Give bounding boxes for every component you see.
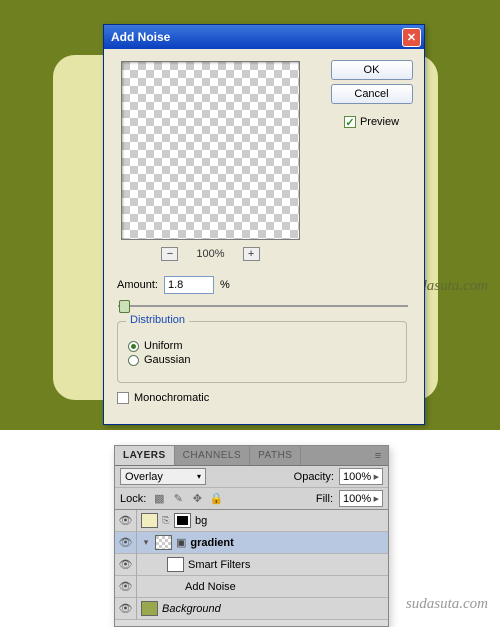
blend-opacity-row: Overlay ▾ Opacity: 100% ▶ bbox=[115, 466, 388, 488]
slider-track bbox=[118, 305, 408, 307]
lock-all-icon[interactable]: 🔒 bbox=[209, 492, 223, 506]
lock-icons: ▩ ✎ ✥ 🔒 bbox=[152, 492, 223, 506]
tab-channels[interactable]: CHANNELS bbox=[175, 446, 250, 465]
amount-input[interactable] bbox=[164, 276, 214, 294]
eye-icon: 👁 bbox=[119, 558, 133, 571]
radio-gaussian-label: Gaussian bbox=[144, 354, 190, 366]
panel-menu-button[interactable]: ≡ bbox=[368, 446, 388, 465]
visibility-toggle[interactable]: 👁 bbox=[115, 554, 137, 576]
dialog-title: Add Noise bbox=[111, 30, 402, 44]
amount-row: Amount: % bbox=[117, 276, 230, 294]
check-icon: ✓ bbox=[345, 116, 354, 129]
plus-icon: + bbox=[248, 249, 254, 260]
minus-icon: − bbox=[167, 249, 173, 260]
zoom-level: 100% bbox=[196, 248, 224, 260]
close-icon: ✕ bbox=[407, 31, 416, 44]
layer-thumb[interactable] bbox=[155, 535, 172, 550]
preview-area[interactable] bbox=[121, 61, 300, 240]
layer-mask-thumb[interactable] bbox=[174, 513, 191, 528]
lock-paint-icon[interactable]: ✎ bbox=[171, 492, 185, 506]
ok-button[interactable]: OK bbox=[331, 60, 413, 80]
radio-uniform-label: Uniform bbox=[144, 340, 183, 352]
lock-position-icon[interactable]: ✥ bbox=[190, 492, 204, 506]
cancel-label: Cancel bbox=[354, 88, 388, 100]
radio-uniform[interactable]: Uniform bbox=[128, 340, 396, 352]
layer-list: 👁 ⎘ bg 👁 ▾ ▣ gradient 👁 Smart Filters bbox=[115, 510, 388, 626]
link-icon: ⎘ bbox=[162, 515, 170, 526]
distribution-group: Distribution Uniform Gaussian bbox=[117, 321, 407, 383]
filter-mask-thumb[interactable] bbox=[167, 557, 184, 572]
lock-label: Lock: bbox=[120, 493, 146, 505]
preview-checkbox-row[interactable]: ✓ Preview bbox=[344, 116, 399, 128]
layers-panel: LAYERS CHANNELS PATHS ≡ Overlay ▾ Opacit… bbox=[114, 445, 389, 627]
layer-thumb[interactable] bbox=[141, 601, 158, 616]
radio-gaussian[interactable]: Gaussian bbox=[128, 354, 396, 366]
panel-tabs: LAYERS CHANNELS PATHS ≡ bbox=[115, 446, 388, 466]
opacity-input[interactable]: 100% ▶ bbox=[339, 468, 383, 485]
layer-row-background[interactable]: 👁 Background bbox=[115, 598, 388, 620]
credit-bottom: sudasuta.com bbox=[406, 596, 488, 613]
add-noise-dialog: Add Noise ✕ − 100% + OK Cancel ✓ Preview… bbox=[103, 24, 425, 425]
layer-thumb[interactable] bbox=[141, 513, 158, 528]
tab-layers[interactable]: LAYERS bbox=[115, 446, 175, 465]
opacity-arrow-icon: ▶ bbox=[374, 473, 379, 481]
layer-name[interactable]: Background bbox=[162, 603, 221, 615]
lock-fill-row: Lock: ▩ ✎ ✥ 🔒 Fill: 100% ▶ bbox=[115, 488, 388, 510]
smart-object-icon: ▣ bbox=[176, 536, 186, 549]
fill-arrow-icon: ▶ bbox=[374, 495, 379, 503]
disclosure-triangle-icon[interactable]: ▾ bbox=[141, 537, 151, 548]
radio-uniform-dot[interactable] bbox=[128, 341, 139, 352]
fill-label: Fill: bbox=[316, 493, 333, 505]
zoom-in-button[interactable]: + bbox=[243, 247, 260, 261]
dialog-buttons: OK Cancel ✓ Preview bbox=[330, 60, 413, 128]
dialog-body: − 100% + OK Cancel ✓ Preview Amount: % D… bbox=[104, 49, 424, 424]
slider-thumb[interactable] bbox=[119, 300, 130, 313]
layer-name[interactable]: gradient bbox=[190, 537, 233, 549]
fill-input[interactable]: 100% ▶ bbox=[339, 490, 383, 507]
visibility-toggle[interactable]: 👁 bbox=[115, 576, 137, 598]
filter-name[interactable]: Add Noise bbox=[185, 581, 236, 593]
close-button[interactable]: ✕ bbox=[402, 28, 421, 47]
eye-icon: 👁 bbox=[119, 536, 133, 549]
menu-icon: ≡ bbox=[375, 450, 381, 462]
preview-checkbox-label: Preview bbox=[360, 116, 399, 128]
blend-mode-select[interactable]: Overlay ▾ bbox=[120, 468, 206, 485]
layer-row-addnoise[interactable]: 👁 Add Noise bbox=[115, 576, 388, 598]
chevron-down-icon: ▾ bbox=[197, 472, 201, 481]
zoom-out-button[interactable]: − bbox=[161, 247, 178, 261]
visibility-toggle[interactable]: 👁 bbox=[115, 510, 137, 532]
dialog-titlebar[interactable]: Add Noise ✕ bbox=[104, 25, 424, 49]
opacity-label: Opacity: bbox=[294, 471, 334, 483]
blend-mode-value: Overlay bbox=[125, 471, 163, 483]
amount-unit: % bbox=[220, 279, 230, 291]
amount-label: Amount: bbox=[117, 279, 158, 291]
ok-label: OK bbox=[364, 64, 380, 76]
visibility-toggle[interactable]: 👁 bbox=[115, 532, 137, 554]
layer-row-smartfilters[interactable]: 👁 Smart Filters bbox=[115, 554, 388, 576]
fill-value: 100% bbox=[343, 493, 371, 505]
lock-transparency-icon[interactable]: ▩ bbox=[152, 492, 166, 506]
monochromatic-label: Monochromatic bbox=[134, 392, 209, 404]
eye-icon: 👁 bbox=[119, 602, 133, 615]
layer-name[interactable]: bg bbox=[195, 515, 207, 527]
cancel-button[interactable]: Cancel bbox=[331, 84, 413, 104]
opacity-value: 100% bbox=[343, 471, 371, 483]
distribution-legend: Distribution bbox=[126, 314, 189, 326]
eye-icon: 👁 bbox=[119, 514, 133, 527]
eye-icon: 👁 bbox=[119, 580, 133, 593]
amount-slider[interactable] bbox=[118, 299, 408, 313]
visibility-toggle[interactable]: 👁 bbox=[115, 598, 137, 620]
zoom-controls: − 100% + bbox=[121, 247, 300, 261]
tab-paths[interactable]: PATHS bbox=[250, 446, 301, 465]
preview-checkbox[interactable]: ✓ bbox=[344, 116, 356, 128]
radio-gaussian-dot[interactable] bbox=[128, 355, 139, 366]
layer-row-gradient[interactable]: 👁 ▾ ▣ gradient bbox=[115, 532, 388, 554]
filter-group-label: Smart Filters bbox=[188, 559, 250, 571]
layer-row-bg[interactable]: 👁 ⎘ bg bbox=[115, 510, 388, 532]
monochromatic-checkbox[interactable] bbox=[117, 392, 129, 404]
monochromatic-row[interactable]: Monochromatic bbox=[117, 392, 209, 404]
